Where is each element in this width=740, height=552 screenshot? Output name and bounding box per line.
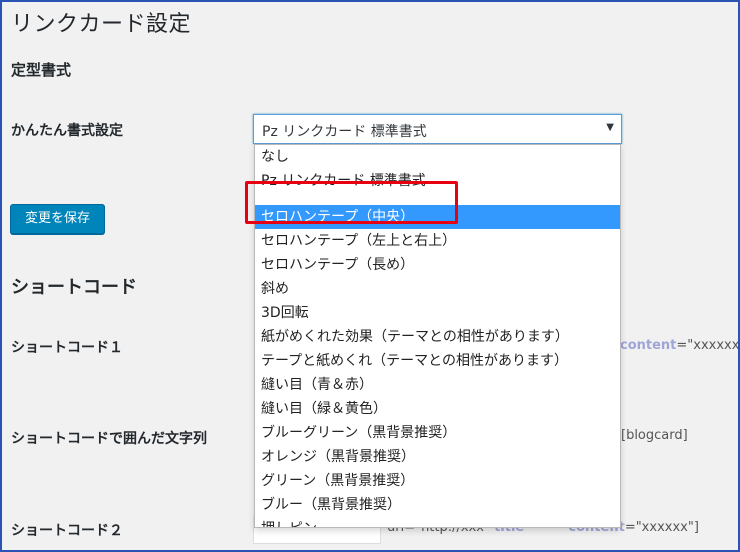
dropdown-option[interactable]: 斜め (255, 277, 620, 301)
dropdown-option[interactable]: オレンジ（黒背景推奨） (255, 445, 620, 469)
page-title: リンクカード設定 (11, 12, 192, 37)
format-select-value: Pz リンクカード 標準書式 (262, 124, 427, 140)
chevron-down-icon: ▼ (606, 122, 614, 133)
format-select[interactable]: Pz リンクカード 標準書式 ▼ (253, 114, 622, 144)
shortcode1-code: content="xxxxxx"] (620, 338, 740, 353)
shortcode1-label: ショートコード１ (11, 340, 123, 356)
shortcode2-value: ="xxxxxx"] (624, 520, 699, 535)
dropdown-option[interactable]: グリーン（黒背景推奨） (255, 469, 620, 493)
format-dropdown-list: なし Pz リンクカード 標準書式 セロハンテープ（中央） セロハンテープ（左上… (254, 144, 621, 528)
shortcode-enclosed-label: ショートコードで囲んだ文字列 (11, 431, 207, 447)
dropdown-option[interactable]: セロハンテープ（長め） (255, 253, 620, 277)
dropdown-option[interactable]: ブルーグリーン（黒背景推奨） (255, 421, 620, 445)
shortcode1-value: ="xxxxxx"] (676, 338, 740, 353)
dropdown-option[interactable]: 紙がめくれた効果（テーマとの相性があります） (255, 325, 620, 349)
dropdown-option[interactable]: 縫い目（緑＆黄色） (255, 397, 620, 421)
section-title: 定型書式 (11, 61, 72, 79)
save-button[interactable]: 変更を保存 (10, 204, 105, 234)
dropdown-option-selected[interactable]: セロハンテープ（中央） (255, 205, 620, 229)
shortcode1-attr: content (620, 338, 677, 353)
format-setting-label: かんたん書式設定 (11, 123, 123, 139)
shortcode-enclosed-code: [blogcard] (621, 428, 688, 443)
shortcode2-label: ショートコード２ (11, 523, 123, 539)
shortcode-heading: ショートコード (11, 277, 137, 298)
dropdown-option[interactable]: なし (255, 145, 620, 169)
dropdown-option[interactable]: 3D回転 (255, 301, 620, 325)
dropdown-option[interactable]: Pz リンクカード 標準書式 (255, 169, 620, 193)
dropdown-option[interactable]: 縫い目（青＆赤） (255, 373, 620, 397)
dropdown-option[interactable]: 押しピン (255, 517, 620, 527)
dropdown-option[interactable]: テープと紙めくれ（テーマとの相性があります） (255, 349, 620, 373)
dropdown-spacer (255, 193, 620, 205)
dropdown-option[interactable]: ブルー（黒背景推奨） (255, 493, 620, 517)
dropdown-option[interactable]: セロハンテープ（左上と右上） (255, 229, 620, 253)
